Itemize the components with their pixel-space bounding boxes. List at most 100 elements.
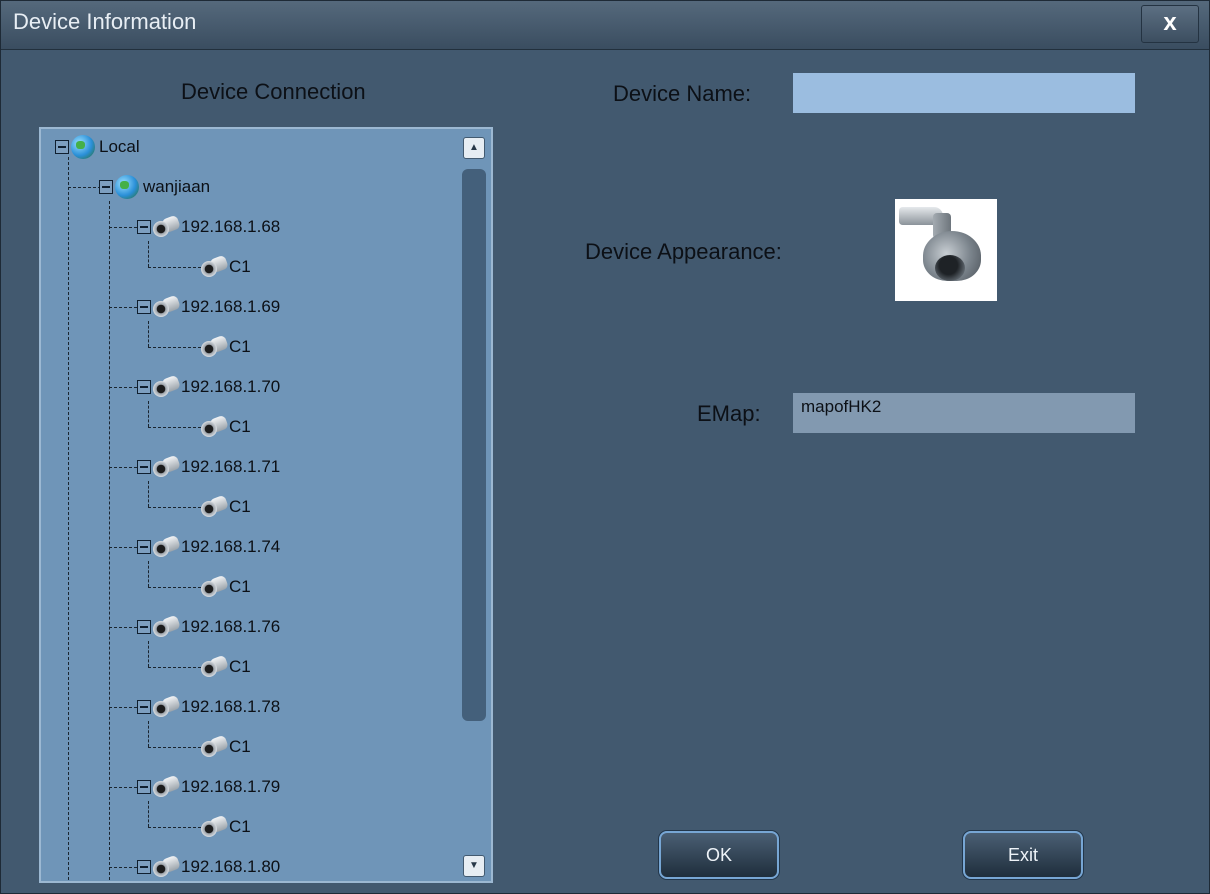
- tree-guide-line: [148, 561, 149, 587]
- tree-guide-line: [148, 667, 201, 668]
- tree-node-device[interactable]: 192.168.1.74: [137, 533, 280, 561]
- camera-icon: [201, 734, 229, 759]
- tree-node-local-label: Local: [99, 137, 140, 156]
- camera-icon: [153, 694, 181, 719]
- tree-guide-line: [109, 307, 137, 308]
- camera-lens: [153, 301, 169, 317]
- tree-node-device[interactable]: 192.168.1.71: [137, 453, 280, 481]
- camera-icon: [153, 454, 181, 479]
- arrow-up-icon[interactable]: ▲: [463, 137, 485, 159]
- collapse-icon[interactable]: [137, 780, 151, 794]
- tree-node-channel[interactable]: C1: [201, 413, 251, 441]
- camera-icon: [153, 374, 181, 399]
- tree-node-channel[interactable]: C1: [201, 653, 251, 681]
- collapse-icon[interactable]: [137, 380, 151, 394]
- tree-node-device[interactable]: 192.168.1.70: [137, 373, 280, 401]
- camera-lens: [153, 861, 169, 877]
- camera-icon: [201, 814, 229, 839]
- tree-guide-line: [109, 787, 137, 788]
- tree-guide-line: [148, 721, 149, 747]
- camera-icon: [201, 654, 229, 679]
- tree-guide-line: [148, 801, 149, 827]
- dome-camera-icon[interactable]: [895, 199, 997, 301]
- camera-icon: [153, 294, 181, 319]
- collapse-icon[interactable]: [137, 620, 151, 634]
- tree-node-device-label: 192.168.1.74: [181, 537, 281, 556]
- tree-guide-line: [109, 547, 137, 548]
- tree-node-device[interactable]: 192.168.1.78: [137, 693, 280, 721]
- tree-node-channel[interactable]: C1: [201, 493, 251, 521]
- tree-node-device-label: 192.168.1.78: [181, 697, 281, 716]
- tree-guide-line: [109, 627, 137, 628]
- tree-node-channel-label: C1: [229, 657, 251, 676]
- tree-scrollbar[interactable]: ▲ ▼: [461, 137, 487, 877]
- arrow-down-icon[interactable]: ▼: [463, 855, 485, 877]
- emap-field[interactable]: mapofHK2: [793, 393, 1135, 433]
- tree-guide-line: [148, 321, 149, 347]
- camera-icon: [201, 494, 229, 519]
- tree-node-wanjiaan[interactable]: wanjiaan: [99, 173, 210, 201]
- tree-node-channel-label: C1: [229, 737, 251, 756]
- camera-lens: [153, 221, 169, 237]
- collapse-icon[interactable]: [137, 700, 151, 714]
- camera-lens: [201, 501, 217, 517]
- tree-node-channel[interactable]: C1: [201, 733, 251, 761]
- device-name-input[interactable]: [793, 73, 1135, 113]
- device-tree[interactable]: Local wanjiaan 192.168.1.68 C1 192.168.1.69 C…: [39, 127, 493, 883]
- tree-node-wanjiaan-label: wanjiaan: [143, 177, 211, 196]
- tree-guide-line: [148, 747, 201, 748]
- ok-button[interactable]: OK: [659, 831, 779, 879]
- tree-guide-line: [148, 401, 149, 427]
- tree-node-device-label: 192.168.1.79: [181, 777, 281, 796]
- globe-icon: [115, 175, 139, 199]
- device-appearance-label: Device Appearance:: [585, 239, 782, 264]
- window-title: Device Information: [13, 9, 197, 34]
- tree-guide-line: [68, 157, 69, 881]
- tree-guide-line: [109, 467, 137, 468]
- tree-guide-line: [148, 507, 201, 508]
- camera-icon: [201, 414, 229, 439]
- tree-guide-line: [148, 827, 201, 828]
- collapse-icon[interactable]: [137, 540, 151, 554]
- scroll-thumb[interactable]: [462, 169, 486, 721]
- exit-button[interactable]: Exit: [963, 831, 1083, 879]
- collapse-icon[interactable]: [137, 220, 151, 234]
- title-bar: Device Information x: [1, 1, 1209, 50]
- tree-node-channel[interactable]: C1: [201, 813, 251, 841]
- tree-node-channel[interactable]: C1: [201, 333, 251, 361]
- collapse-icon[interactable]: [137, 860, 151, 874]
- device-information-dialog: Device Information x Device Connection L…: [0, 0, 1210, 894]
- camera-lens: [153, 701, 169, 717]
- tree-node-channel[interactable]: C1: [201, 253, 251, 281]
- tree-node-device-label: 192.168.1.70: [181, 377, 281, 396]
- globe-icon: [71, 135, 95, 159]
- tree-guide-line: [148, 587, 201, 588]
- camera-icon: [153, 614, 181, 639]
- camera-icon: [153, 774, 181, 799]
- camera-icon: [153, 854, 181, 879]
- device-name-label: Device Name:: [613, 81, 752, 106]
- tree-node-device[interactable]: 192.168.1.68: [137, 213, 280, 241]
- camera-lens: [153, 781, 169, 797]
- collapse-icon[interactable]: [137, 300, 151, 314]
- tree-node-device[interactable]: 192.168.1.76: [137, 613, 280, 641]
- collapse-icon[interactable]: [55, 140, 69, 154]
- camera-lens: [201, 261, 217, 277]
- tree-node-device-label: 192.168.1.69: [181, 297, 281, 316]
- tree-node-channel-label: C1: [229, 497, 251, 516]
- tree-node-device[interactable]: 192.168.1.80: [137, 853, 280, 881]
- tree-node-channel[interactable]: C1: [201, 573, 251, 601]
- tree-node-channel-label: C1: [229, 817, 251, 836]
- tree-guide-line: [68, 187, 101, 188]
- camera-lens: [201, 341, 217, 357]
- collapse-icon[interactable]: [99, 180, 113, 194]
- tree-node-device[interactable]: 192.168.1.79: [137, 773, 280, 801]
- tree-guide-line: [109, 867, 137, 868]
- tree-guide-line: [148, 481, 149, 507]
- close-button[interactable]: x: [1141, 5, 1199, 43]
- device-connection-title: Device Connection: [181, 79, 366, 104]
- tree-node-device[interactable]: 192.168.1.69: [137, 293, 280, 321]
- tree-node-device-label: 192.168.1.71: [181, 457, 281, 476]
- camera-lens: [201, 421, 217, 437]
- collapse-icon[interactable]: [137, 460, 151, 474]
